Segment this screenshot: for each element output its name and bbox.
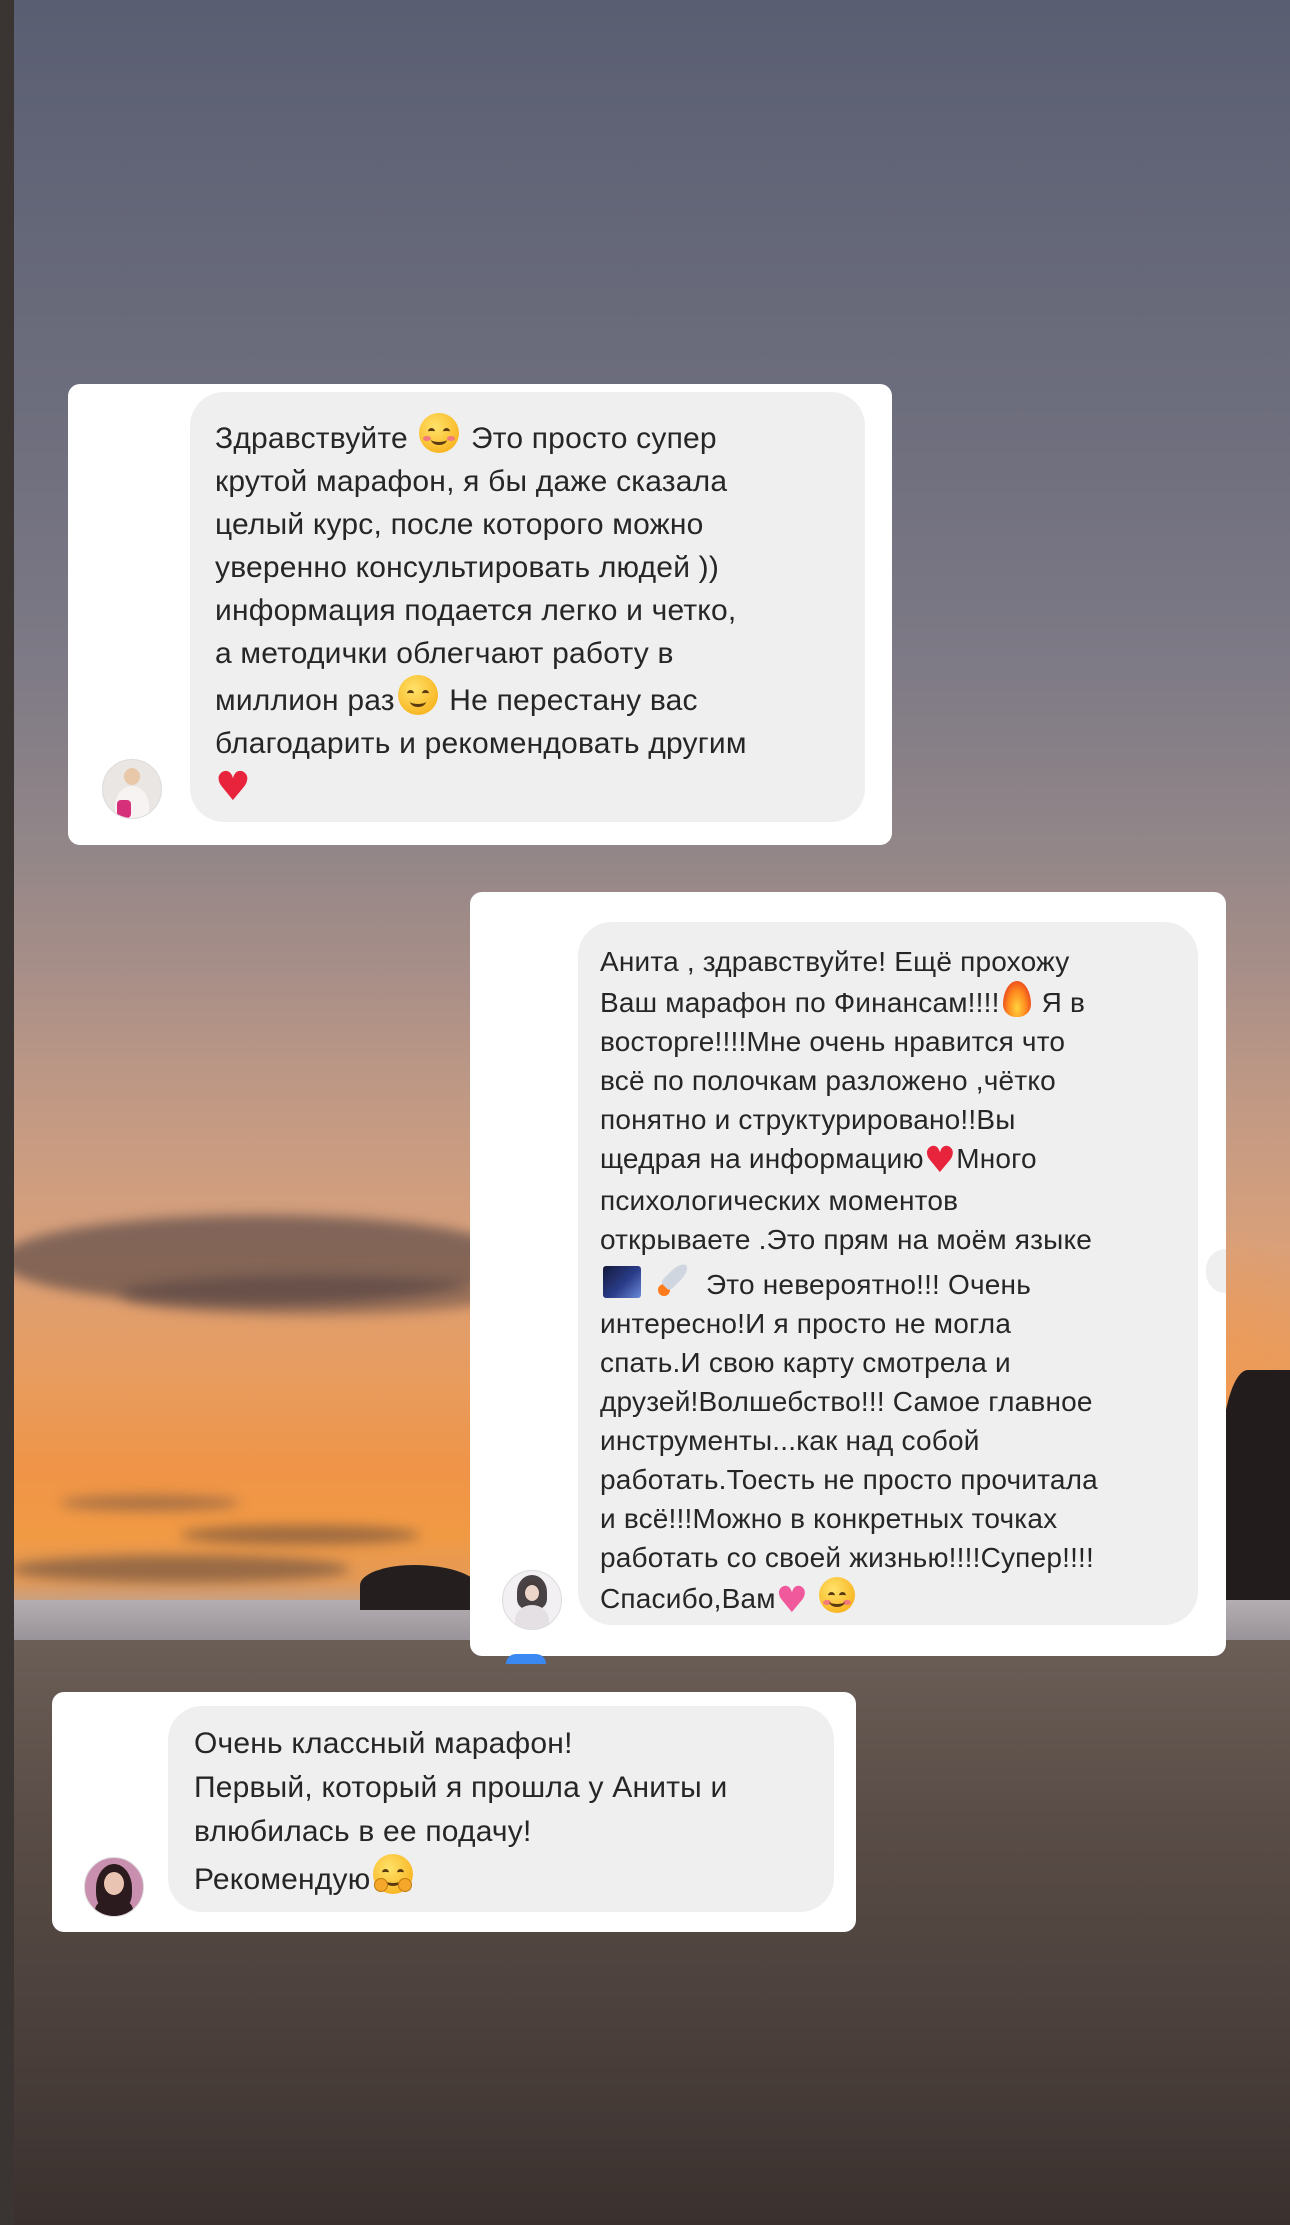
message-line: Очень классный марафон! (194, 1727, 573, 1760)
message-line: благодарить и рекомендовать другим (215, 727, 747, 760)
cloud (10, 1555, 350, 1583)
message-line: миллион раз Не перестану вас (215, 675, 865, 722)
smiling-face-with-hearts-icon (419, 413, 460, 453)
message-line: Здравствуйте Это просто супер (215, 413, 865, 460)
red-heart-icon: ♥ (215, 764, 252, 810)
message-line: инструменты...как над собой (600, 1425, 980, 1456)
message-line: Это невероятно!!! Очень (600, 1259, 1198, 1304)
sparkling-heart-icon: ♥ (775, 1580, 809, 1621)
cloud (120, 1275, 500, 1315)
milky-way-icon (603, 1266, 641, 1298)
message-line: Анита , здравствуйте! Ещё прохожу (600, 946, 1070, 977)
message-line: информация подается легко и четко, (215, 594, 737, 627)
message-line: открываете .Это прям на моём языке (600, 1224, 1093, 1255)
message-line: спать.И свою карту смотрела и (600, 1347, 1011, 1378)
message-line: Рекомендую (194, 1854, 834, 1902)
message-line: интересно!И я просто не могла (600, 1308, 1012, 1339)
message-line: а методички облегчают работу в (215, 637, 674, 670)
hugging-face-icon (373, 1854, 414, 1894)
message-screenshot-3: Очень классный марафон! Первый, который … (52, 1692, 856, 1932)
scroll-edge (1206, 1249, 1226, 1293)
message-line: Первый, который я прошла у Аниты и (194, 1771, 728, 1804)
avatar (102, 759, 162, 819)
message-line: восторге!!!!Мне очень нравится что (600, 1026, 1066, 1057)
message-line: крутой марафон, я бы даже сказала (215, 465, 728, 498)
message-line: понятно и структурировано!!Вы (600, 1104, 1016, 1135)
message-line: всё по полочкам разложено ,чётко (600, 1065, 1056, 1096)
smiling-face-icon (397, 675, 438, 715)
message-line: и всё!!!Можно в конкретных точках (600, 1503, 1058, 1534)
avatar-partial (506, 1654, 546, 1664)
message-line: работать со своей жизнью!!!!Супер!!!! (600, 1542, 1095, 1573)
message-screenshot-1: Здравствуйте Это просто супер крутой мар… (68, 384, 892, 845)
message-bubble: Очень классный марафон! Первый, который … (168, 1706, 834, 1912)
smiling-face-with-hearts-icon (819, 1577, 856, 1613)
treeline-silhouette (360, 1565, 480, 1610)
message-line: психологических моментов (600, 1185, 959, 1216)
avatar (502, 1570, 562, 1630)
message-line: работать.Тоесть не просто прочитала (600, 1464, 1098, 1495)
message-line: влюбилась в ее подачу! (194, 1815, 532, 1848)
message-bubble: Здравствуйте Это просто супер крутой мар… (190, 392, 865, 822)
message-screenshot-2: Анита , здравствуйте! Ещё прохожу Ваш ма… (470, 892, 1226, 1664)
message-bubble: Анита , здравствуйте! Ещё прохожу Ваш ма… (578, 922, 1198, 1625)
avatar (84, 1857, 144, 1917)
trees-silhouette (1220, 1370, 1290, 1630)
fire-icon (1002, 981, 1031, 1017)
message-line: уверенно консультировать людей )) (215, 551, 720, 584)
message-line: Ваш марафон по Финансам!!!! Я в (600, 981, 1198, 1022)
message-line: друзей!Волшебство!!! Самое главное (600, 1386, 1093, 1417)
message-line: щедрая на информацию♥Много (600, 1140, 1037, 1181)
cloud (60, 1495, 240, 1511)
rocket-icon (655, 1259, 695, 1299)
message-line: ♥ (215, 765, 865, 808)
left-edge-strip (0, 0, 14, 2225)
red-heart-icon: ♥ (923, 1140, 957, 1181)
message-line: Спасибо,Вам♥ (600, 1577, 1198, 1621)
message-line: целый курс, после которого можно (215, 508, 704, 541)
cloud (180, 1525, 420, 1545)
